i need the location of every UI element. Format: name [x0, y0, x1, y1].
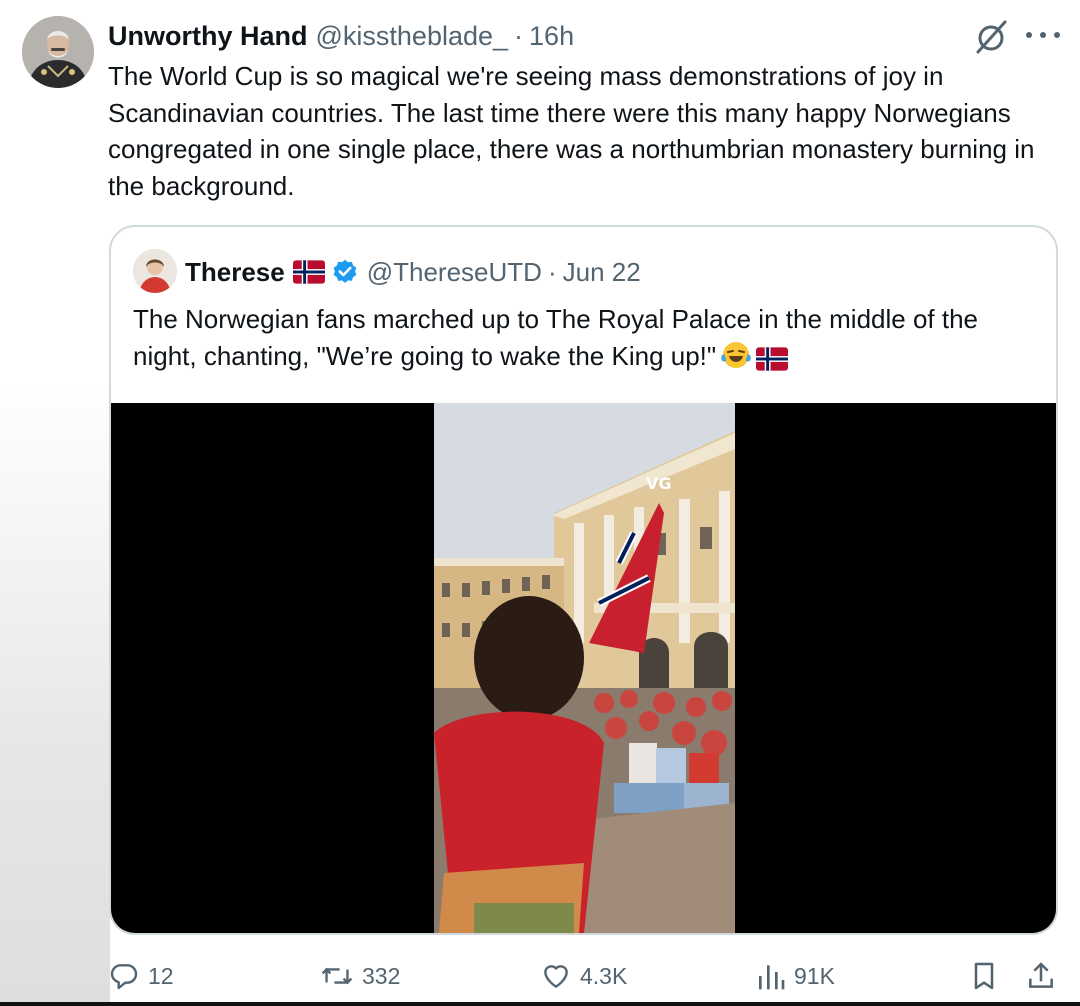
post-time[interactable]: 16h	[529, 21, 574, 52]
verified-badge-icon[interactable]	[331, 258, 359, 286]
quoted-post-date[interactable]: Jun 22	[563, 257, 641, 288]
video-player[interactable]: VG	[111, 403, 1056, 933]
quoted-tweet[interactable]: Therese @ThereseUTD · Jun 22 The Norwegi…	[109, 225, 1058, 935]
share-button[interactable]	[1026, 958, 1056, 994]
heart-icon	[544, 965, 568, 988]
quoted-author-handle[interactable]: @ThereseUTD	[367, 257, 542, 288]
quoted-author-name[interactable]: Therese	[185, 257, 285, 288]
more-dot	[1026, 32, 1032, 38]
norway-flag-icon	[292, 260, 325, 284]
norway-flag-emoji-icon	[756, 347, 789, 371]
more-dot	[1054, 32, 1060, 38]
repost-button[interactable]: 332	[320, 958, 400, 994]
tweet-header: Unworthy Hand @kisstheblade_ · 16h	[108, 16, 574, 56]
author-name[interactable]: Unworthy Hand	[108, 21, 308, 52]
author-avatar[interactable]	[22, 16, 94, 88]
views-icon	[759, 965, 785, 990]
more-dot	[1040, 32, 1046, 38]
separator-dot: ·	[547, 256, 557, 287]
video-frame[interactable]: VG	[434, 403, 735, 933]
quoted-text: The Norwegian fans marched up to The Roy…	[133, 304, 978, 371]
reply-icon	[110, 964, 138, 990]
quoted-author-avatar[interactable]	[133, 249, 177, 293]
repost-icon	[321, 967, 353, 985]
action-bar: 12 332 4.3K 91K	[0, 952, 1080, 1002]
quoted-header: Therese @ThereseUTD · Jun 22	[185, 251, 641, 293]
more-icon[interactable]	[1026, 22, 1060, 48]
like-count: 4.3K	[580, 962, 628, 989]
reply-count: 12	[148, 962, 174, 989]
background-shade	[0, 380, 110, 1006]
reply-button[interactable]: 12	[108, 958, 174, 994]
views-button[interactable]: 91K	[756, 958, 835, 994]
views-count: 91K	[794, 962, 835, 989]
author-handle[interactable]: @kisstheblade_	[316, 21, 509, 52]
bottom-divider	[0, 1002, 1080, 1006]
separator-dot: ·	[514, 20, 524, 51]
grok-icon[interactable]	[972, 18, 1010, 56]
bookmark-button[interactable]	[970, 958, 998, 994]
bookmark-icon	[974, 962, 994, 990]
quoted-text-block: The Norwegian fans marched up to The Roy…	[133, 301, 1033, 375]
tweet-text: The World Cup is so magical we're seeing…	[108, 61, 1035, 201]
share-icon	[1029, 962, 1053, 988]
video-watermark: VG	[646, 474, 672, 493]
repost-count: 332	[362, 962, 401, 989]
like-button[interactable]: 4.3K	[540, 958, 627, 994]
laughing-crying-emoji-icon	[720, 339, 752, 371]
